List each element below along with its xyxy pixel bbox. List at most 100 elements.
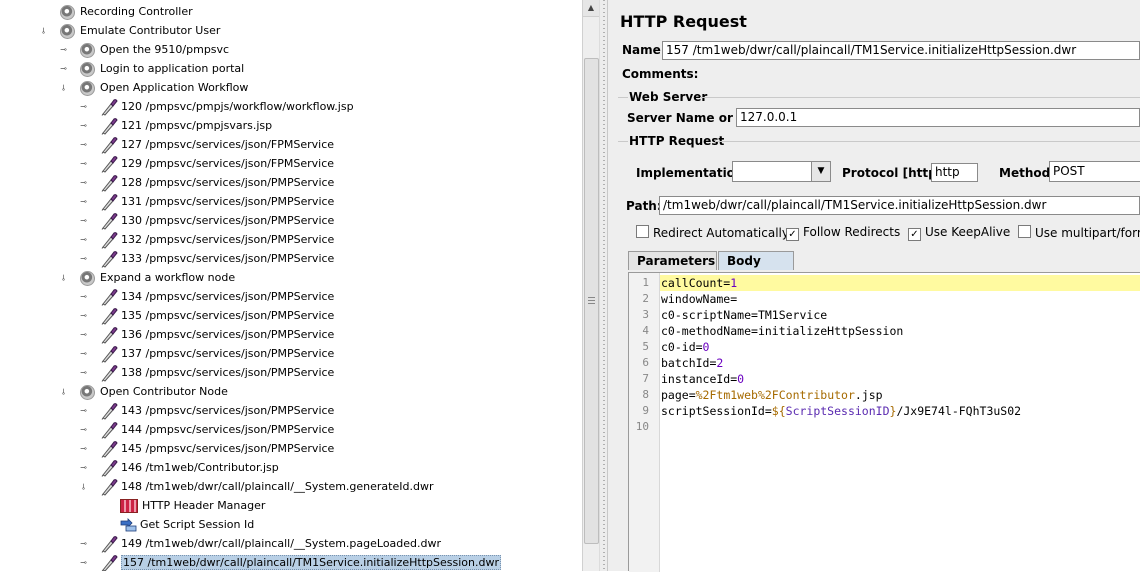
- tab-parameters[interactable]: Parameters: [628, 251, 717, 270]
- editor-line[interactable]: 5 c0-id=0: [629, 339, 1139, 355]
- method-select[interactable]: POST: [1049, 161, 1140, 182]
- tree-expand-icon[interactable]: ⊸: [79, 444, 88, 453]
- editor-line[interactable]: 2 windowName=: [629, 291, 1139, 307]
- editor-line[interactable]: 7 instanceId=0: [629, 371, 1139, 387]
- tree-expand-icon[interactable]: ⊸: [79, 140, 88, 149]
- redirect-automatically-checkbox[interactable]: Redirect Automatically: [636, 225, 789, 240]
- tree-collapse-icon[interactable]: ⊸: [59, 387, 68, 396]
- tree-item-label: 149 /tm1web/dwr/call/plaincall/__System.…: [121, 537, 442, 550]
- comments-field[interactable]: [690, 65, 1140, 84]
- tree-item[interactable]: ⊸ 136 /pmpsvc/services/json/PMPService: [80, 325, 335, 344]
- tree-expand-icon[interactable]: ⊸: [79, 349, 88, 358]
- tree-item[interactable]: ⊸ 145 /pmpsvc/services/json/PMPService: [80, 439, 335, 458]
- tab-body-data[interactable]: Body Data: [718, 251, 794, 287]
- tree-item[interactable]: ⊸ 138 /pmpsvc/services/json/PMPService: [80, 363, 334, 382]
- gear-icon: [80, 270, 95, 286]
- protocol-field[interactable]: http: [931, 163, 978, 182]
- line-number: 5: [642, 340, 649, 353]
- tree-item[interactable]: ⊸ 135 /pmpsvc/services/json/PMPService: [80, 306, 334, 325]
- tree-expand-icon[interactable]: ⊸: [79, 558, 88, 567]
- chevron-down-icon[interactable]: ▼: [811, 162, 830, 181]
- tree-expand-icon[interactable]: ⊸: [79, 254, 88, 263]
- tree-item-label: 145 /pmpsvc/services/json/PMPService: [121, 442, 335, 455]
- tree-item[interactable]: ⊸ 134 /pmpsvc/services/json/PMPService: [80, 287, 334, 306]
- tree-expand-icon[interactable]: ⊸: [79, 216, 88, 225]
- gear-icon: [80, 80, 95, 96]
- editor-line[interactable]: 4 c0-methodName=initializeHttpSession: [629, 323, 1139, 339]
- editor-line[interactable]: 8 page=%2Ftm1web%2FContributor.jsp: [629, 387, 1139, 403]
- tree-collapse-icon[interactable]: ⊸: [39, 26, 48, 35]
- tree-expand-icon[interactable]: ⊸: [79, 235, 88, 244]
- tree-item[interactable]: ⊸ Emulate Contributor User: [39, 21, 220, 40]
- line-number: 4: [642, 324, 649, 337]
- editor-line-text: instanceId=0: [661, 372, 745, 386]
- tree-item[interactable]: ⊸ 132 /pmpsvc/services/json/PMPService: [80, 230, 334, 249]
- tree-item[interactable]: ⊸ 133 /pmpsvc/services/json/PMPService: [80, 249, 335, 268]
- tree-collapse-icon[interactable]: ⊸: [59, 83, 68, 92]
- follow-redirects-checkbox[interactable]: ✓ Follow Redirects: [786, 225, 900, 241]
- tree-expand-icon[interactable]: ⊸: [79, 463, 88, 472]
- tree-item[interactable]: ⊸ Open Contributor Node: [59, 382, 228, 401]
- tree-item[interactable]: ⊸ 120 /pmpsvc/pmpjs/workflow/workflow.jsp: [80, 97, 354, 116]
- tree-item[interactable]: HTTP Header Manager: [120, 496, 265, 515]
- tree-expand-icon[interactable]: ⊸: [79, 102, 88, 111]
- tree-expand-icon[interactable]: ⊸: [79, 197, 88, 206]
- tree-expand-icon[interactable]: ⊸: [79, 159, 88, 168]
- tree-item-label: 136 /pmpsvc/services/json/PMPService: [121, 328, 335, 341]
- tree-item[interactable]: ⊸ 131 /pmpsvc/services/json/PMPService: [80, 192, 334, 211]
- tree-expand-icon[interactable]: ⊸: [79, 121, 88, 130]
- server-name-field[interactable]: 127.0.0.1: [736, 108, 1140, 127]
- use-keepalive-checkbox[interactable]: ✓ Use KeepAlive: [908, 225, 1010, 241]
- tree-expand-icon[interactable]: ⊸: [79, 330, 88, 339]
- tree-expand-icon[interactable]: ⊸: [79, 292, 88, 301]
- implementation-select[interactable]: ▼: [732, 161, 831, 182]
- pipette-icon: [100, 99, 121, 116]
- tree-expand-icon[interactable]: ⊸: [59, 45, 68, 54]
- tree-item[interactable]: ⊸ 146 /tm1web/Contributor.jsp: [80, 458, 279, 477]
- editor-line[interactable]: 6 batchId=2: [629, 355, 1139, 371]
- pipette-icon: [100, 479, 121, 496]
- scrollbar-thumb[interactable]: [584, 58, 599, 544]
- tree-item[interactable]: ⊸ 148 /tm1web/dwr/call/plaincall/__System…: [79, 477, 433, 496]
- tree-expand-icon[interactable]: ⊸: [79, 178, 88, 187]
- tree-item[interactable]: Get Script Session Id: [120, 515, 254, 534]
- tree-item[interactable]: ⊸ 130 /pmpsvc/services/json/PMPService: [80, 211, 334, 230]
- tree-item[interactable]: ⊸ 121 /pmpsvc/pmpjsvars.jsp: [80, 116, 272, 135]
- tree-expand-icon[interactable]: ⊸: [59, 64, 68, 73]
- tree-item[interactable]: ⊸ 129 /pmpsvc/services/json/FPMService: [80, 154, 334, 173]
- tree-item-label: 137 /pmpsvc/services/json/PMPService: [121, 347, 335, 360]
- split-pane-divider[interactable]: [599, 0, 608, 571]
- tree-item[interactable]: ⊸ 144 /pmpsvc/services/json/PMPService: [80, 420, 334, 439]
- tree-expand-icon[interactable]: ⊸: [79, 406, 88, 415]
- tree-item[interactable]: ⊸ 127 /pmpsvc/services/json/FPMService: [80, 135, 334, 154]
- editor-line[interactable]: 9 scriptSessionId=${ScriptSessionID}/Jx9E…: [629, 403, 1139, 419]
- tree-expand-icon[interactable]: ⊸: [79, 539, 88, 548]
- tree-expand-icon[interactable]: ⊸: [79, 425, 88, 434]
- scroll-up-icon[interactable]: ▲: [583, 0, 599, 17]
- tree-item[interactable]: ⊸ Open the 9510/pmpsvc: [60, 40, 229, 59]
- tree-collapse-icon[interactable]: ⊸: [79, 482, 88, 491]
- tree-item[interactable]: ⊸ 128 /pmpsvc/services/json/PMPService: [80, 173, 334, 192]
- path-field[interactable]: /tm1web/dwr/call/plaincall/TM1Service.in…: [659, 196, 1140, 215]
- gear-icon: [60, 23, 75, 39]
- tree-item[interactable]: Recording Controller: [60, 2, 193, 21]
- tree-item[interactable]: ⊸ Expand a workflow node: [59, 268, 235, 287]
- tree-item[interactable]: ⊸ 149 /tm1web/dwr/call/plaincall/__System…: [80, 534, 442, 553]
- tree-collapse-icon[interactable]: ⊸: [59, 273, 68, 282]
- editor-line[interactable]: 1 callCount=1: [629, 275, 1140, 291]
- pipette-icon: [100, 194, 121, 211]
- use-multipart-checkbox[interactable]: Use multipart/form-: [1018, 225, 1140, 240]
- editor-line[interactable]: 10: [629, 419, 1139, 435]
- tree-item[interactable]: ⊸ 143 /pmpsvc/services/json/PMPService: [80, 401, 334, 420]
- tree-item-label: 133 /pmpsvc/services/json/PMPService: [121, 252, 335, 265]
- tree-expand-icon[interactable]: ⊸: [79, 311, 88, 320]
- tree-item[interactable]: ⊸ Open Application Workflow: [59, 78, 248, 97]
- tree-vertical-scrollbar[interactable]: ▲: [582, 0, 599, 571]
- editor-line[interactable]: 3 c0-scriptName=TM1Service: [629, 307, 1139, 323]
- body-data-editor[interactable]: 1 callCount=1 2 windowName= 3 c0-scriptName=T…: [628, 272, 1140, 572]
- tree-item[interactable]: ⊸ 157 /tm1web/dwr/call/plaincall/TM1Servi…: [80, 553, 501, 571]
- tree-item[interactable]: ⊸ 137 /pmpsvc/services/json/PMPService: [80, 344, 335, 363]
- tree-expand-icon[interactable]: ⊸: [79, 368, 88, 377]
- tree-item[interactable]: ⊸ Login to application portal: [60, 59, 244, 78]
- name-field[interactable]: 157 /tm1web/dwr/call/plaincall/TM1Servic…: [662, 41, 1140, 60]
